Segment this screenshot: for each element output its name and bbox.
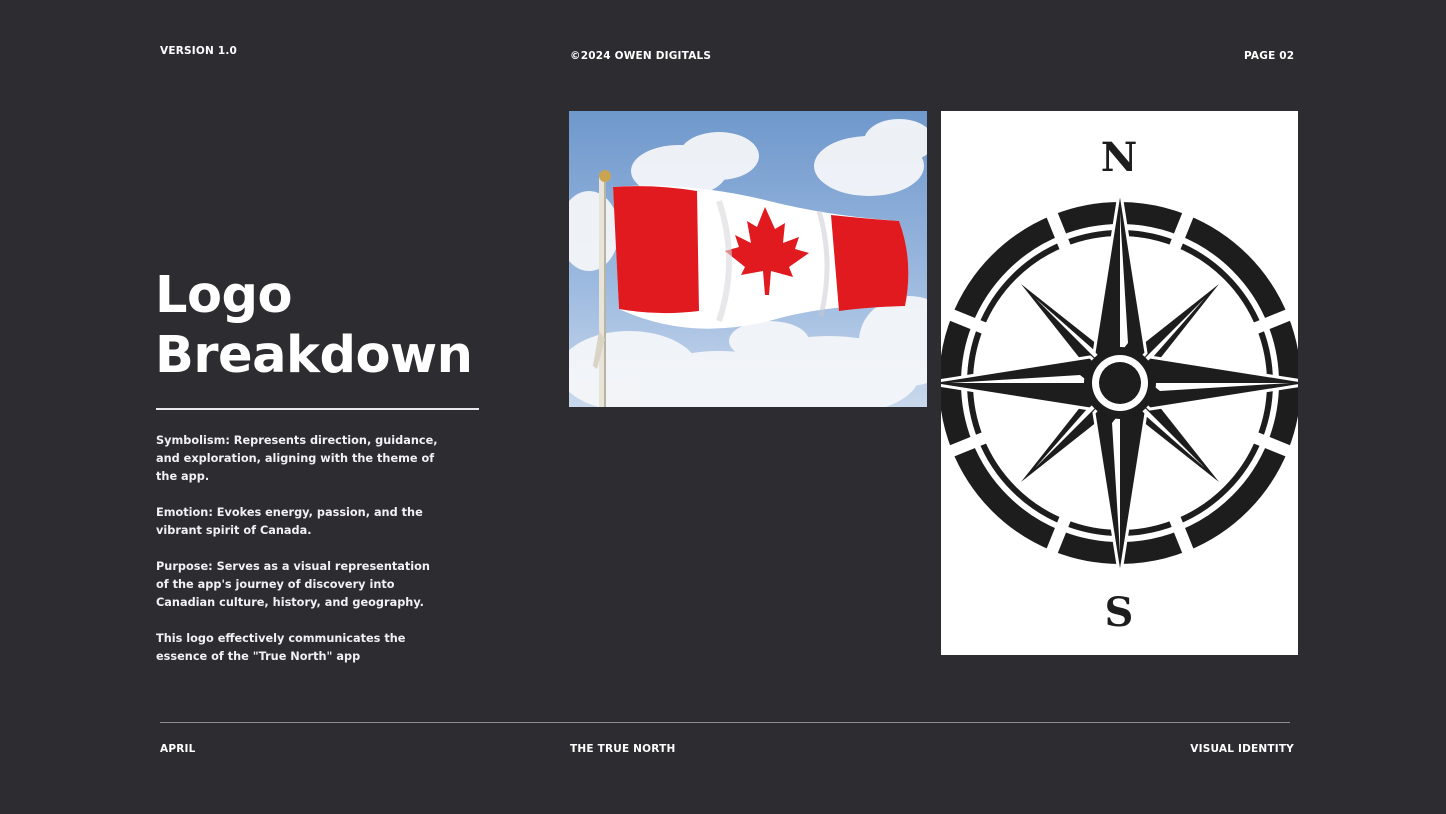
page-number: PAGE 02 [1244, 50, 1295, 62]
compass-north-label: N [1101, 134, 1138, 181]
slide: VERSION 1.0 ©2024 OWEN DIGITALS PAGE 02 … [0, 0, 1446, 814]
title-divider [156, 408, 479, 410]
compass-rose-icon: N S [941, 134, 1298, 636]
footer-section: VISUAL IDENTITY [1190, 743, 1294, 755]
page-title-line1: Logo [155, 266, 293, 325]
canadian-flag-icon [569, 111, 927, 407]
footer-divider [160, 722, 1290, 723]
page-title-line2: Breakdown [155, 326, 473, 385]
paragraph-summary: This logo effectively communicates the e… [156, 632, 406, 663]
paragraph-emotion: Emotion: Evokes energy, passion, and the… [156, 506, 423, 537]
copyright-label: ©2024 OWEN DIGITALS [570, 50, 712, 62]
version-label: VERSION 1.0 [160, 45, 238, 57]
canadian-flag-image [569, 111, 927, 407]
footer-project-name: THE TRUE NORTH [570, 743, 676, 755]
paragraph-purpose: Purpose: Serves as a visual representati… [156, 560, 430, 609]
compass-south-label: S [1105, 589, 1134, 636]
compass-rose-image: N S [941, 111, 1298, 655]
description: Symbolism: Represents direction, guidanc… [156, 432, 446, 684]
paragraph-symbolism: Symbolism: Represents direction, guidanc… [156, 434, 438, 483]
footer-month: APRIL [160, 743, 196, 755]
page-title: Logo Breakdown [155, 266, 473, 386]
